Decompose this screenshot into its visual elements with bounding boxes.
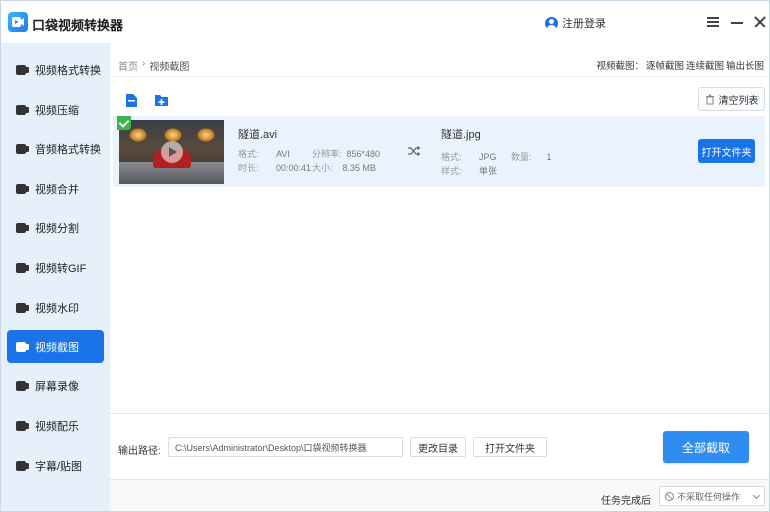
breadcrumb-separator: › [142, 58, 146, 69]
user-icon [545, 16, 558, 30]
minimize-icon[interactable] [730, 15, 744, 29]
shuffle-icon [408, 146, 421, 156]
sidebar-item-label: 视频格式转换 [35, 64, 101, 77]
file-row[interactable]: 隧道.avi 格式: AVI 分辨率: 856*480 时长: 00:00:41… [113, 116, 765, 187]
sidebar-item-merge[interactable]: 视频合并 [7, 172, 104, 205]
sidebar-item-audio-convert[interactable]: 音频格式转换 [7, 132, 104, 165]
sidebar-item-label: 字幕/贴图 [35, 460, 83, 473]
change-directory-button[interactable]: 更改目录 [410, 437, 466, 457]
after-task-select[interactable]: 不采取任何操作 [659, 486, 765, 506]
after-task-label: 任务完成后 [601, 496, 651, 507]
header-divider [110, 76, 769, 77]
output-format: 格式: JPG [441, 152, 497, 162]
source-resolution: 分辨率: 856*480 [312, 149, 381, 159]
screen-record-icon [15, 379, 29, 393]
sidebar-item-subtitle[interactable]: 字幕/贴图 [7, 449, 104, 482]
source-duration: 时长: 00:00:41 [238, 163, 312, 173]
video-thumbnail[interactable] [119, 120, 224, 184]
sidebar-item-label: 视频压缩 [35, 104, 79, 117]
add-folder-icon[interactable] [154, 93, 169, 108]
subtitle-icon [15, 459, 29, 473]
breadcrumb-home[interactable]: 首页 [118, 58, 138, 73]
output-path-input[interactable] [168, 437, 403, 457]
login-label: 注册登录 [562, 18, 606, 30]
output-count: 数量: 1 [511, 152, 552, 162]
sidebar-item-split[interactable]: 视频分割 [7, 211, 104, 244]
menu-icon[interactable] [706, 15, 720, 29]
sidebar-item-label: 音频格式转换 [35, 143, 101, 156]
output-style: 样式: 单张 [441, 166, 498, 176]
sidebar-item-compress[interactable]: 视频压缩 [7, 93, 104, 126]
link-long-image[interactable]: 输出长图 [726, 58, 764, 72]
video-convert-icon [15, 63, 29, 77]
play-icon[interactable] [161, 141, 183, 163]
ban-icon [665, 491, 674, 501]
screenshot-icon [15, 340, 29, 354]
link-frame-by-frame[interactable]: 逐帧截图 [646, 58, 684, 72]
sidebar-item-screenshot[interactable]: 视频截图 [7, 330, 104, 363]
source-format: 格式: AVI [238, 149, 290, 159]
source-filename: 隧道.avi [238, 129, 278, 141]
sidebar-item-watermark[interactable]: 视频水印 [7, 291, 104, 324]
sidebar-item-gif[interactable]: 视频转GIF [7, 251, 104, 284]
output-filename: 隧道.jpg [441, 129, 481, 141]
compress-icon [15, 103, 29, 117]
source-size: 大小: 8.35 MB [312, 163, 377, 173]
music-icon [15, 419, 29, 433]
add-file-icon[interactable] [124, 93, 139, 108]
feature-links: 视频截图： 逐帧截图 连续截图 输出长图 [596, 58, 764, 72]
gif-icon [15, 261, 29, 275]
open-output-folder-button[interactable]: 打开文件夹 [473, 437, 547, 457]
clear-list-label: 清空列表 [718, 95, 759, 107]
app-window: 口袋视频转换器 注册登录 视频格式转换 视频压缩音频格式转换 视频合并视频分割视频转… [0, 0, 770, 512]
sidebar-item-label: 视频转GIF [35, 262, 87, 275]
breadcrumb-current: 视频截图 [149, 62, 190, 73]
clear-list-button[interactable]: 清空列表 [698, 87, 765, 111]
after-task-value: 不采取任何操作 [677, 491, 741, 502]
capture-all-button[interactable]: 全部截取 [663, 431, 749, 463]
sidebar-item-label: 视频截图 [35, 341, 79, 354]
main-panel: 首页 › 视频截图 视频截图： 逐帧截图 连续截图 输出长图 清空列表 隧道.a… [110, 43, 769, 511]
checkmark-icon[interactable] [117, 116, 131, 130]
sidebar-item-screen-record[interactable]: 屏幕录像 [7, 369, 104, 402]
feature-links-prefix: 视频截图： [596, 61, 644, 72]
sidebar-item-label: 视频水印 [35, 302, 79, 315]
sidebar-item-label: 屏幕录像 [35, 380, 79, 393]
close-icon[interactable] [753, 15, 767, 29]
app-logo-icon [8, 12, 28, 32]
sidebar: 视频格式转换 视频压缩音频格式转换 视频合并视频分割视频转GIF 视频水印视频截图屏幕… [1, 43, 110, 511]
sidebar-item-label: 视频合并 [35, 183, 79, 196]
sidebar-item-video-convert[interactable]: 视频格式转换 [7, 53, 104, 86]
sidebar-item-label: 视频配乐 [35, 420, 79, 433]
open-folder-button[interactable]: 打开文件夹 [698, 139, 755, 163]
breadcrumb: 首页 › 视频截图 [118, 58, 189, 73]
footer-bar: 任务完成后 不采取任何操作 [110, 479, 769, 511]
sidebar-item-label: 视频分割 [35, 222, 79, 235]
output-path-label: 输出路径: [118, 446, 161, 457]
audio-convert-icon [15, 142, 29, 156]
trash-icon [705, 94, 714, 104]
link-continuous[interactable]: 连续截图 [686, 58, 724, 72]
title-bar: 口袋视频转换器 注册登录 [1, 1, 769, 43]
chevron-down-icon [752, 491, 761, 500]
output-divider [110, 413, 769, 414]
app-title: 口袋视频转换器 [32, 18, 124, 33]
sidebar-item-music[interactable]: 视频配乐 [7, 409, 104, 442]
split-icon [15, 221, 29, 235]
merge-icon [15, 182, 29, 196]
watermark-icon [15, 301, 29, 315]
login-button[interactable]: 注册登录 [545, 15, 606, 31]
